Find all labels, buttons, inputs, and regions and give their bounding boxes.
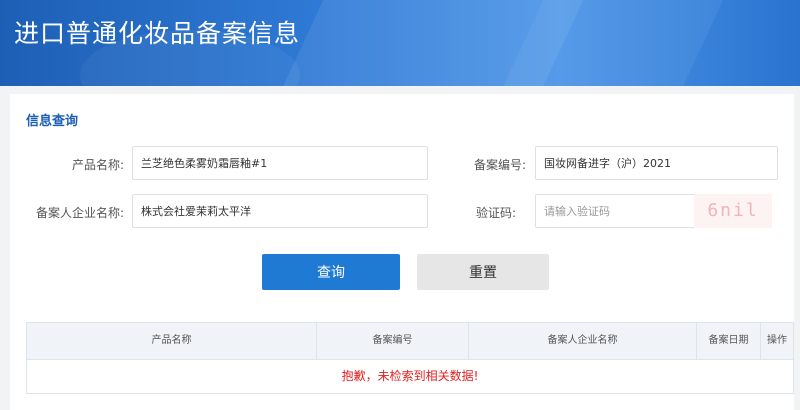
product-name-label: 产品名称:	[71, 158, 124, 172]
section-title: 信息查询	[26, 114, 79, 129]
record-no-input[interactable]	[535, 146, 778, 180]
column-header-product-name: 产品名称	[27, 323, 317, 359]
captcha-label: 验证码:	[475, 206, 516, 220]
page-title: 进口普通化妆品备案信息	[14, 19, 301, 48]
table-header: 产品名称 备案编号 备案人企业名称 备案日期 操作	[27, 323, 793, 360]
reset-button[interactable]: 重置	[417, 254, 549, 290]
company-name-label: 备案人企业名称:	[35, 206, 124, 220]
company-name-input[interactable]	[132, 194, 428, 228]
captcha-image[interactable]: 6nil	[694, 194, 772, 228]
captcha-input[interactable]	[535, 194, 697, 228]
header-banner: 进口普通化妆品备案信息	[0, 0, 800, 86]
empty-results-message: 抱歉，未检索到相关数据!	[341, 369, 479, 383]
column-header-company: 备案人企业名称	[469, 323, 697, 359]
page: 进口普通化妆品备案信息 信息查询 产品名称: 备案编号: 备案人企业名称: 验证…	[0, 0, 800, 410]
column-header-record-no: 备案编号	[317, 323, 469, 359]
record-no-label: 备案编号:	[473, 158, 526, 172]
query-button[interactable]: 查询	[262, 254, 400, 290]
product-name-input[interactable]	[132, 146, 428, 180]
query-card: 信息查询 产品名称: 备案编号: 备案人企业名称: 验证码: 6nil 查询 重…	[10, 94, 794, 410]
column-header-record-date: 备案日期	[697, 323, 761, 359]
column-header-action: 操作	[767, 335, 787, 346]
results-table: 产品名称 备案编号 备案人企业名称 备案日期 操作 抱歉，未检索到相关数据!	[26, 322, 794, 394]
